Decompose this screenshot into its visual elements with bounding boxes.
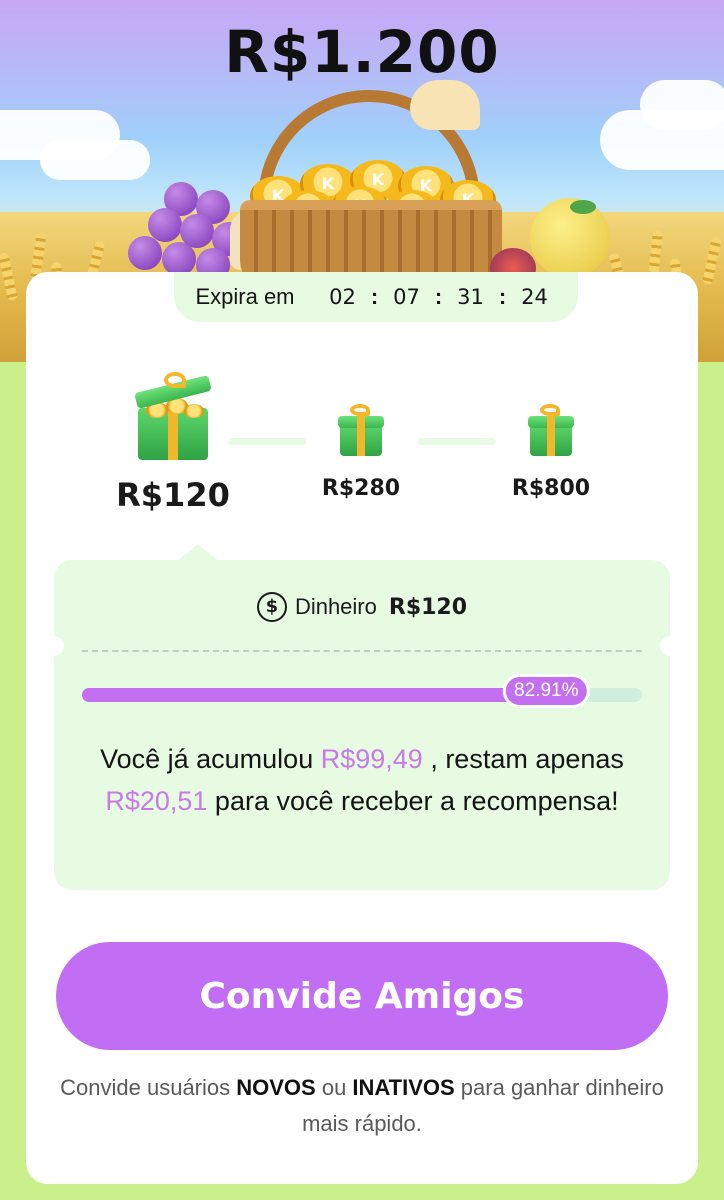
reward-info-panel: $ Dinheiro R$120 82.91% Você já acumulou… — [44, 544, 680, 890]
pear-illustration — [530, 198, 610, 278]
invite-friends-button[interactable]: Convide Amigos — [56, 942, 668, 1050]
timer-separator: : — [434, 284, 443, 309]
progress-fill — [82, 688, 547, 702]
reward-card: Expira em 02 : 07 : 31 : 24 R$120 R$280 … — [26, 272, 698, 1184]
hint-emphasis: INATIVOS — [352, 1075, 455, 1100]
timer-separator: : — [370, 284, 379, 309]
message-text: , restam apenas — [422, 744, 624, 774]
dollar-circle-icon: $ — [256, 592, 287, 622]
panel-notch — [660, 636, 680, 656]
gift-box-icon — [338, 404, 384, 456]
milestone-amount: R$800 — [511, 476, 591, 501]
panel-pointer — [176, 544, 220, 562]
milestone-1[interactable]: R$120 — [98, 372, 248, 514]
invite-hint: Convide usuários NOVOS ou INATIVOS para … — [46, 1070, 678, 1142]
milestone-3[interactable]: R$800 — [476, 372, 626, 501]
cloud — [640, 80, 724, 130]
leaf-illustration — [570, 200, 596, 214]
reward-amount: R$120 — [388, 594, 468, 620]
hint-emphasis: NOVOS — [236, 1075, 316, 1100]
message-text: para você receber a recompensa! — [207, 786, 619, 816]
dashed-divider — [82, 650, 642, 652]
expiry-label: Expira em — [195, 284, 295, 309]
hint-text: ou — [315, 1075, 353, 1100]
hint-text: Convide usuários — [60, 1075, 237, 1100]
coin-basket-illustration: K K K K K K K K — [220, 80, 520, 290]
accumulated-amount: R$99,49 — [320, 744, 423, 774]
remaining-amount: R$20,51 — [105, 786, 208, 816]
reward-type-label: Dinheiro — [294, 594, 377, 619]
panel-notch — [44, 636, 64, 656]
progress-percent-badge: 82.91% — [503, 674, 590, 708]
timer-days: 02 — [329, 285, 356, 309]
progress-message: Você já acumulou R$99,49 , restam apenas… — [84, 738, 640, 822]
message-text: Você já acumulou — [100, 744, 321, 774]
timer-hours: 07 — [393, 285, 420, 309]
timer-separator: : — [498, 284, 507, 309]
reward-cash-row: $ Dinheiro R$120 — [54, 592, 670, 622]
milestone-amount: R$120 — [116, 476, 230, 514]
prize-title: R$1.200 — [224, 18, 500, 86]
milestone-amount: R$280 — [321, 476, 401, 501]
progress-bar: 82.91% — [82, 674, 642, 708]
expiry-timer: Expira em 02 : 07 : 31 : 24 — [174, 272, 578, 322]
timer-seconds: 24 — [521, 285, 548, 309]
milestone-2[interactable]: R$280 — [286, 372, 436, 501]
timer-minutes: 31 — [457, 285, 484, 309]
milestone-track: R$120 R$280 R$800 — [26, 372, 698, 522]
cloud — [40, 140, 150, 180]
gift-box-icon — [528, 404, 574, 456]
open-gift-icon — [134, 372, 212, 460]
